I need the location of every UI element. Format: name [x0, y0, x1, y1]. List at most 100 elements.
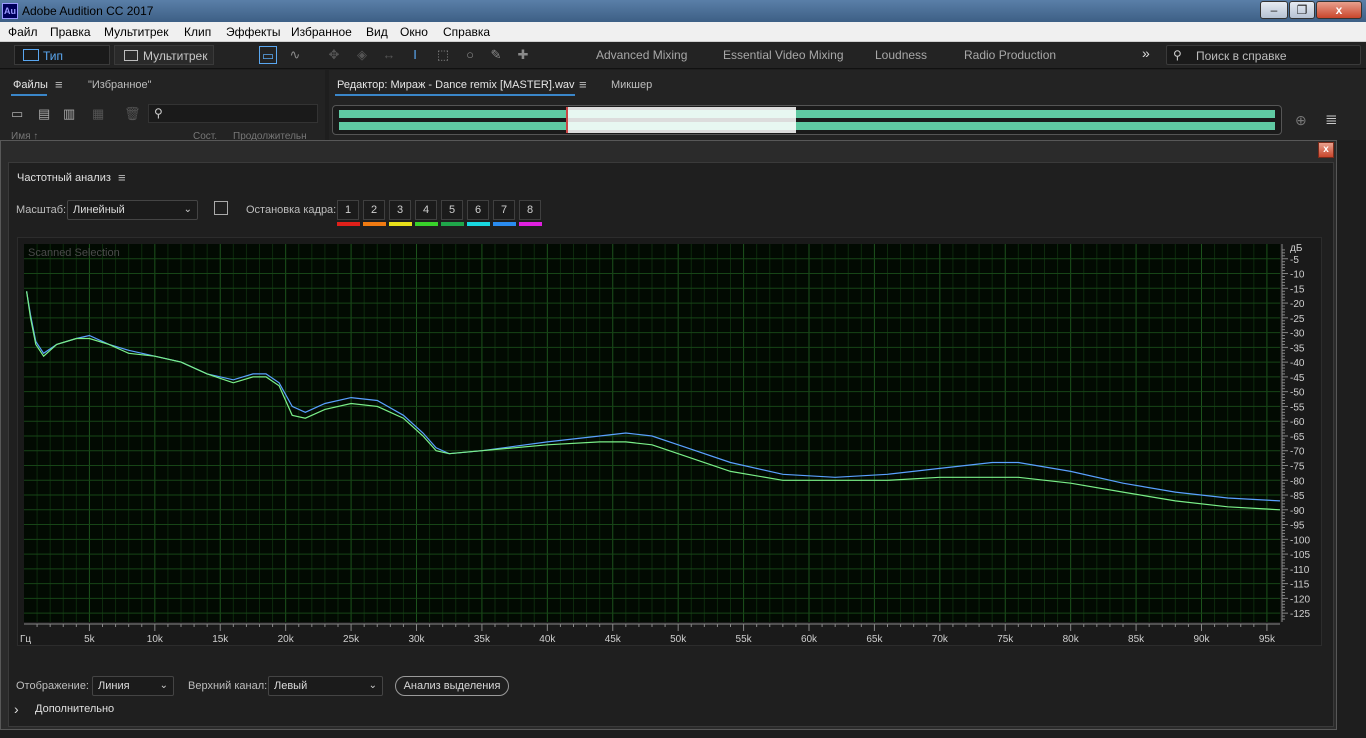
chart-annotation: Scanned Selection: [28, 247, 120, 259]
menu-effects[interactable]: Эффекты: [226, 25, 281, 39]
menu-view[interactable]: Вид: [366, 25, 388, 39]
editor-panel-menu-icon[interactable]: ≡: [579, 77, 587, 92]
freeze-frame-color-1: [337, 222, 360, 226]
menu-edit[interactable]: Правка: [50, 25, 91, 39]
zoom-fit-icon[interactable]: ⊕: [1295, 112, 1307, 129]
y-tick-label: -70: [1290, 447, 1305, 458]
freeze-frame-button-5[interactable]: 5: [441, 200, 463, 220]
workspace-loudness[interactable]: Loudness: [875, 48, 927, 62]
brush-tool-icon[interactable]: ✎: [487, 46, 505, 64]
x-tick-label: 30k: [408, 634, 425, 645]
freeze-frame-button-1[interactable]: 1: [337, 200, 359, 220]
freeze-frame-color-2: [363, 222, 386, 226]
display-select[interactable]: Линия ⌄: [92, 676, 174, 696]
editor-panel: Редактор: Мираж - Dance remix [MASTER].w…: [329, 70, 1366, 140]
files-search-icon: ⚲: [154, 106, 163, 120]
tab-files[interactable]: Файлы: [13, 79, 48, 91]
new-file-icon[interactable]: ▥: [63, 106, 75, 122]
menu-window[interactable]: Окно: [400, 25, 428, 39]
channel-chevron-down-icon: ⌄: [368, 680, 377, 691]
right-panel-edge: [1338, 140, 1366, 738]
menu-multitrack[interactable]: Мультитрек: [104, 25, 168, 39]
tab-mixer[interactable]: Микшер: [611, 79, 652, 91]
marquee-tool-icon[interactable]: ⬚: [434, 46, 452, 64]
tab-favorites[interactable]: "Избранное": [88, 79, 152, 91]
pitch-display-icon[interactable]: ∿: [286, 46, 304, 64]
overview-right-channel: [339, 122, 1275, 130]
scale-select[interactable]: Линейный ⌄: [67, 200, 198, 220]
y-tick-label: -40: [1290, 358, 1305, 369]
x-tick-label: 10k: [147, 634, 164, 645]
x-tick-label: 50k: [670, 634, 687, 645]
x-tick-label: 5k: [84, 634, 96, 645]
window-title: Adobe Audition CC 2017: [22, 4, 154, 18]
x-tick-label: 20k: [278, 634, 295, 645]
analyze-selection-button[interactable]: Анализ выделения: [395, 676, 509, 696]
menu-file[interactable]: Файл: [8, 25, 38, 39]
move-tool-icon[interactable]: ✥: [325, 46, 343, 64]
display-chevron-down-icon: ⌄: [159, 680, 168, 691]
y-tick-label: -25: [1290, 314, 1305, 325]
overview-visible-range[interactable]: [566, 107, 796, 133]
razor-tool-icon[interactable]: ◈: [353, 46, 371, 64]
overview-waveform[interactable]: [332, 105, 1282, 135]
delete-icon[interactable]: 🗑: [124, 106, 141, 122]
freeze-frame-button-4[interactable]: 4: [415, 200, 437, 220]
display-label: Отображение:: [16, 680, 89, 692]
lasso-tool-icon[interactable]: ○: [461, 46, 479, 64]
multitrack-icon: [124, 50, 138, 61]
freeze-frame-button-3[interactable]: 3: [389, 200, 411, 220]
insert-into-multitrack-icon[interactable]: ▦: [92, 106, 104, 122]
spot-healing-tool-icon[interactable]: ✚: [514, 46, 532, 64]
menu-help[interactable]: Справка: [443, 25, 490, 39]
open-file-icon[interactable]: ▭: [11, 106, 23, 122]
x-tick-label: 60k: [801, 634, 818, 645]
freeze-frame-color-3: [389, 222, 412, 226]
channel-select[interactable]: Левый ⌄: [268, 676, 383, 696]
help-search-field[interactable]: ⚲ Поиск в справке: [1166, 45, 1361, 65]
minimize-button[interactable]: ‒: [1260, 1, 1288, 19]
workspace-advanced-mixing[interactable]: Advanced Mixing: [596, 48, 687, 62]
copy-to-clipboard-icon[interactable]: [214, 201, 228, 215]
multitrack-view-button[interactable]: Мультитрек: [114, 45, 214, 65]
dialog-close-button[interactable]: x: [1318, 142, 1334, 158]
freeze-frame-button-6[interactable]: 6: [467, 200, 489, 220]
workspace-essential-video-mixing[interactable]: Essential Video Mixing: [723, 48, 844, 62]
x-tick-label: 80k: [1063, 634, 1080, 645]
x-tick-label: 35k: [474, 634, 491, 645]
y-tick-label: -75: [1290, 461, 1305, 472]
panel-options-icon[interactable]: ≣: [1325, 110, 1338, 128]
menu-favorites[interactable]: Избранное: [291, 25, 352, 39]
import-file-icon[interactable]: ▤: [38, 106, 50, 122]
y-unit-label: дБ: [1290, 243, 1303, 254]
x-tick-label: 75k: [997, 634, 1014, 645]
freeze-frame-button-7[interactable]: 7: [493, 200, 515, 220]
search-icon: ⚲: [1173, 48, 1182, 62]
y-tick-label: -115: [1290, 580, 1310, 591]
freeze-frame-button-2[interactable]: 2: [363, 200, 385, 220]
freeze-frame-button-8[interactable]: 8: [519, 200, 541, 220]
menu-clip[interactable]: Клип: [184, 25, 211, 39]
tab-editor[interactable]: Редактор: Мираж - Dance remix [MASTER].w…: [337, 79, 575, 91]
panel-menu-icon[interactable]: ≡: [118, 170, 126, 185]
files-search-input[interactable]: ⚲: [148, 104, 318, 123]
workspace-radio-production[interactable]: Radio Production: [964, 48, 1056, 62]
advanced-label[interactable]: Дополнительно: [35, 703, 114, 715]
y-tick-label: -15: [1290, 284, 1305, 295]
frequency-graph[interactable]: Scanned Selection дБ -5 -10 -15 -20 -25 -30 -35 -…: [17, 237, 1322, 646]
more-workspaces-icon[interactable]: »: [1142, 45, 1150, 61]
spectral-display-icon[interactable]: ▭: [259, 46, 277, 64]
close-button[interactable]: x: [1316, 1, 1362, 19]
slip-tool-icon[interactable]: ↔: [380, 46, 398, 64]
time-selection-tool-icon[interactable]: I: [406, 46, 424, 64]
files-panel-menu-icon[interactable]: ≡: [55, 77, 63, 92]
waveform-view-button[interactable]: Тип сигнала: [14, 45, 110, 83]
freeze-frame-color-6: [467, 222, 490, 226]
restore-button[interactable]: ❐: [1289, 1, 1315, 19]
advanced-chevron-icon[interactable]: ›: [14, 701, 19, 717]
frequency-chart-svg: Scanned Selection дБ-5 -10 -15 -20 -25 -30 -35 -…: [20, 243, 1310, 645]
y-tick-label: -30: [1290, 329, 1305, 340]
y-tick-label: -80: [1290, 476, 1305, 487]
y-tick-label: -45: [1290, 373, 1305, 384]
y-tick-label: -65: [1290, 432, 1305, 443]
